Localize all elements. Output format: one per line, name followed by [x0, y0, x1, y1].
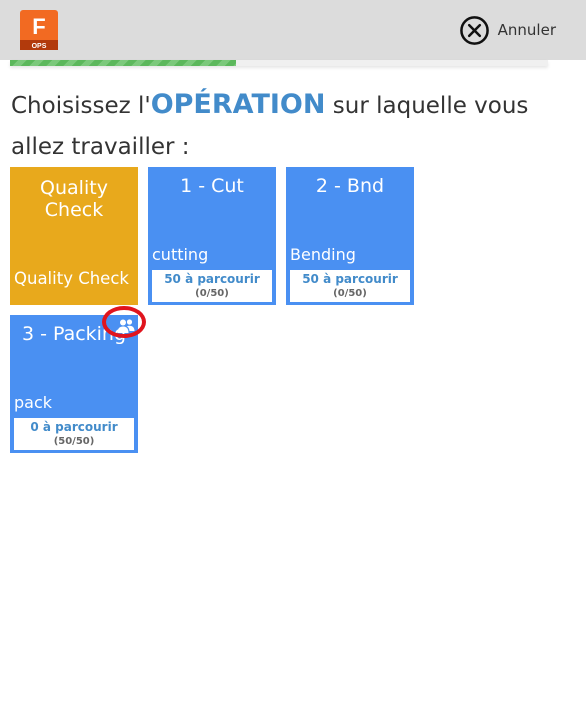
progress-fill	[10, 60, 236, 66]
operation-tile-cut[interactable]: 1 - Cut cutting 50 à parcourir (0/50)	[148, 167, 276, 305]
tile-description: pack	[14, 393, 53, 412]
remaining-count: 0 à parcourir	[30, 420, 118, 434]
logo-letter: F	[32, 14, 45, 39]
remaining-count: 50 à parcourir	[302, 272, 398, 286]
progress-bar	[10, 60, 548, 66]
tile-description: Quality Check	[14, 269, 129, 288]
operation-tile-bending[interactable]: 2 - Bnd Bending 50 à parcourir (0/50)	[286, 167, 414, 305]
page-heading: Choisissez l'OPÉRATION sur laquelle vous…	[11, 84, 551, 168]
heading-highlight: OPÉRATION	[150, 89, 326, 120]
tile-progress-box: 0 à parcourir (50/50)	[14, 418, 134, 450]
tile-description: Bending	[290, 245, 356, 264]
heading-prefix: Choisissez l'	[11, 93, 151, 119]
operation-tile-packing[interactable]: 3 - Packing pack 0 à parcourir (50/50)	[10, 315, 138, 453]
cancel-button[interactable]: Annuler	[459, 14, 556, 46]
progress-count: (0/50)	[195, 288, 229, 299]
tile-title: 2 - Bnd	[315, 175, 385, 197]
cancel-label: Annuler	[497, 21, 556, 39]
tile-title: 1 - Cut	[180, 175, 244, 197]
progress-count: (0/50)	[333, 288, 367, 299]
tile-progress-box: 50 à parcourir (0/50)	[290, 270, 410, 302]
close-circle-icon	[459, 15, 489, 45]
tile-title: Quality Check	[40, 177, 108, 221]
progress-count: (50/50)	[53, 436, 95, 447]
users-icon	[117, 319, 135, 333]
tile-progress-box: 50 à parcourir (0/50)	[152, 270, 272, 302]
tile-description: cutting	[152, 245, 209, 264]
remaining-count: 50 à parcourir	[164, 272, 260, 286]
fusion-ops-logo: F OPS	[20, 10, 58, 50]
top-bar: F OPS Annuler	[0, 0, 586, 60]
operation-tile-quality-check[interactable]: Quality Check Quality Check	[10, 167, 138, 305]
logo-caption: OPS	[32, 43, 47, 50]
